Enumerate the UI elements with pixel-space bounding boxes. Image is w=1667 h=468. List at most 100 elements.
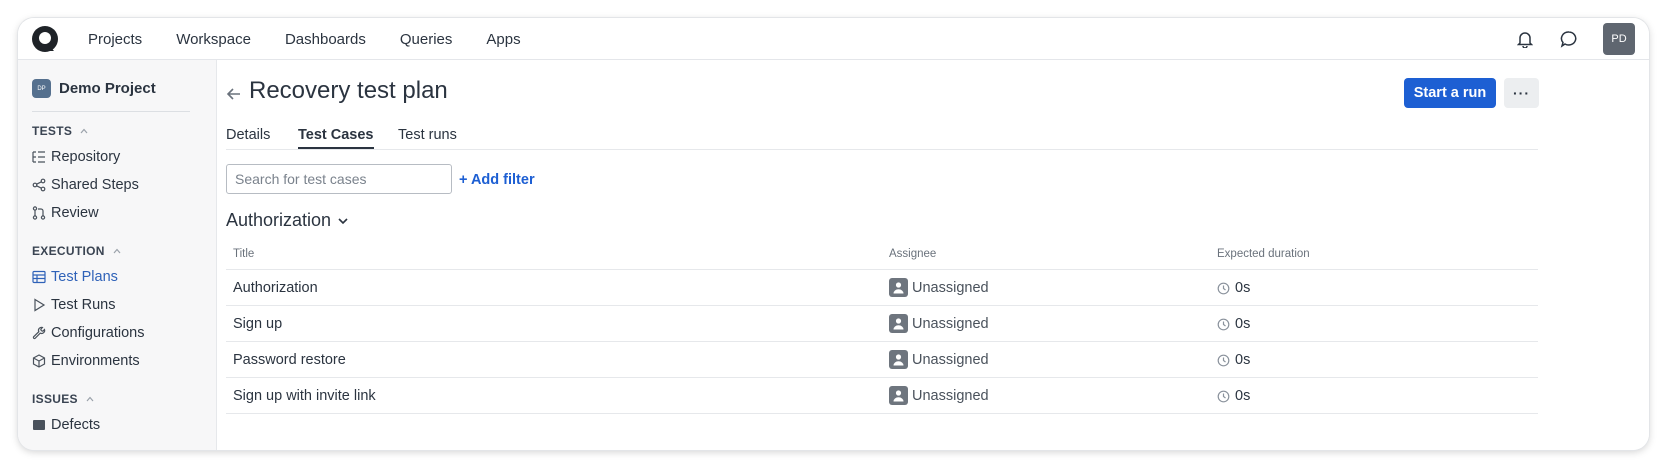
- bell-icon[interactable]: [1515, 29, 1535, 49]
- project-selector[interactable]: DP Demo Project: [32, 79, 156, 98]
- repository-icon: [32, 150, 46, 164]
- sidebar-item-defects[interactable]: Defects: [32, 417, 100, 433]
- duration-label: 0s: [1235, 316, 1251, 332]
- row-assignee[interactable]: Unassigned: [889, 350, 989, 369]
- chevron-up-icon: [86, 396, 94, 402]
- sidebar-divider: [32, 111, 190, 112]
- user-icon: [889, 386, 908, 405]
- section-issues-label: ISSUES: [32, 392, 78, 406]
- assignee-label: Unassigned: [912, 279, 989, 296]
- sidebar-item-repository[interactable]: Repository: [32, 149, 120, 165]
- user-avatar[interactable]: PD: [1603, 23, 1635, 55]
- group-title: Authorization: [226, 210, 332, 230]
- sidebar: DP Demo Project TESTS Repository Shared …: [18, 60, 217, 450]
- sidebar-item-label: Environments: [51, 353, 140, 369]
- bug-icon: [32, 418, 46, 432]
- start-run-button[interactable]: Start a run: [1404, 78, 1496, 108]
- nav-dashboards[interactable]: Dashboards: [285, 31, 366, 48]
- tab-details[interactable]: Details: [226, 127, 270, 143]
- row-duration: 0s: [1217, 316, 1250, 332]
- chevron-down-icon: [338, 217, 348, 224]
- more-options-button[interactable]: ···: [1504, 78, 1539, 108]
- sidebar-item-label: Test Runs: [51, 297, 116, 313]
- nav-queries[interactable]: Queries: [400, 31, 453, 48]
- column-expected-duration[interactable]: Expected duration: [1217, 248, 1310, 260]
- section-execution-label: EXECUTION: [32, 244, 105, 258]
- table-row[interactable]: Sign up with invite link Unassigned 0s: [226, 378, 1538, 414]
- assignee-label: Unassigned: [912, 387, 989, 404]
- share-icon: [32, 178, 46, 192]
- cube-icon: [32, 354, 46, 368]
- table-icon: [32, 270, 46, 284]
- section-issues[interactable]: ISSUES: [32, 392, 94, 406]
- row-duration: 0s: [1217, 280, 1250, 296]
- duration-label: 0s: [1235, 280, 1251, 296]
- row-title[interactable]: Sign up: [233, 316, 282, 332]
- nav-projects[interactable]: Projects: [88, 31, 142, 48]
- tab-bar: Details Test Cases Test runs: [226, 123, 1538, 150]
- project-name: Demo Project: [59, 80, 156, 97]
- column-title[interactable]: Title: [233, 248, 254, 260]
- clock-icon: [1217, 282, 1230, 294]
- row-title[interactable]: Authorization: [233, 280, 318, 296]
- table-row[interactable]: Sign up Unassigned 0s: [226, 306, 1538, 342]
- nav-apps[interactable]: Apps: [486, 31, 520, 48]
- duration-label: 0s: [1235, 388, 1251, 404]
- clock-icon: [1217, 354, 1230, 366]
- tab-test-cases[interactable]: Test Cases: [298, 127, 374, 149]
- table-header: Title Assignee Expected duration: [226, 238, 1538, 270]
- tab-test-runs[interactable]: Test runs: [398, 127, 457, 143]
- sidebar-item-review[interactable]: Review: [32, 205, 99, 221]
- sidebar-item-test-runs[interactable]: Test Runs: [32, 297, 115, 313]
- search-input[interactable]: [226, 164, 452, 194]
- arrow-left-icon[interactable]: [226, 86, 242, 102]
- row-duration: 0s: [1217, 388, 1250, 404]
- top-navbar: Projects Workspace Dashboards Queries Ap…: [18, 18, 1649, 60]
- user-icon: [889, 350, 908, 369]
- group-header[interactable]: Authorization: [226, 210, 349, 231]
- row-title[interactable]: Password restore: [233, 352, 346, 368]
- sidebar-item-label: Test Plans: [51, 269, 118, 285]
- sidebar-item-label: Defects: [51, 417, 101, 433]
- table-row[interactable]: Password restore Unassigned 0s: [226, 342, 1538, 378]
- sidebar-item-label: Shared Steps: [51, 177, 139, 193]
- duration-label: 0s: [1235, 352, 1251, 368]
- row-duration: 0s: [1217, 352, 1250, 368]
- row-assignee[interactable]: Unassigned: [889, 278, 989, 297]
- sidebar-item-label: Review: [51, 205, 99, 221]
- sidebar-item-environments[interactable]: Environments: [32, 353, 140, 369]
- chevron-up-icon: [80, 128, 88, 134]
- app-logo-icon[interactable]: [30, 24, 60, 54]
- assignee-label: Unassigned: [912, 351, 989, 368]
- clock-icon: [1217, 318, 1230, 330]
- nav-workspace[interactable]: Workspace: [176, 31, 251, 48]
- row-assignee[interactable]: Unassigned: [889, 314, 989, 333]
- column-assignee[interactable]: Assignee: [889, 248, 936, 260]
- sidebar-item-label: Repository: [51, 149, 121, 165]
- user-icon: [889, 278, 908, 297]
- section-tests[interactable]: TESTS: [32, 124, 88, 138]
- row-title[interactable]: Sign up with invite link: [233, 388, 376, 404]
- assignee-label: Unassigned: [912, 315, 989, 332]
- sidebar-item-shared-steps[interactable]: Shared Steps: [32, 177, 139, 193]
- sidebar-item-test-plans[interactable]: Test Plans: [32, 269, 118, 285]
- nav-actions: PD: [1515, 23, 1635, 55]
- add-filter-button[interactable]: + Add filter: [459, 172, 535, 188]
- chevron-up-icon: [113, 248, 121, 254]
- table-row[interactable]: Authorization Unassigned 0s: [226, 270, 1538, 306]
- section-execution[interactable]: EXECUTION: [32, 244, 121, 258]
- chat-icon[interactable]: [1559, 29, 1579, 49]
- play-icon: [32, 298, 46, 312]
- user-icon: [889, 314, 908, 333]
- main-content: Recovery test plan Start a run ··· Detai…: [217, 60, 1649, 450]
- sidebar-item-configurations[interactable]: Configurations: [32, 325, 145, 341]
- page-title: Recovery test plan: [249, 77, 448, 104]
- main-nav: Projects Workspace Dashboards Queries Ap…: [88, 18, 555, 60]
- section-tests-label: TESTS: [32, 124, 73, 138]
- clock-icon: [1217, 390, 1230, 402]
- wrench-icon: [32, 326, 46, 340]
- sidebar-item-label: Configurations: [51, 325, 145, 341]
- test-cases-table: Title Assignee Expected duration Authori…: [226, 238, 1538, 414]
- project-badge: DP: [32, 79, 51, 98]
- row-assignee[interactable]: Unassigned: [889, 386, 989, 405]
